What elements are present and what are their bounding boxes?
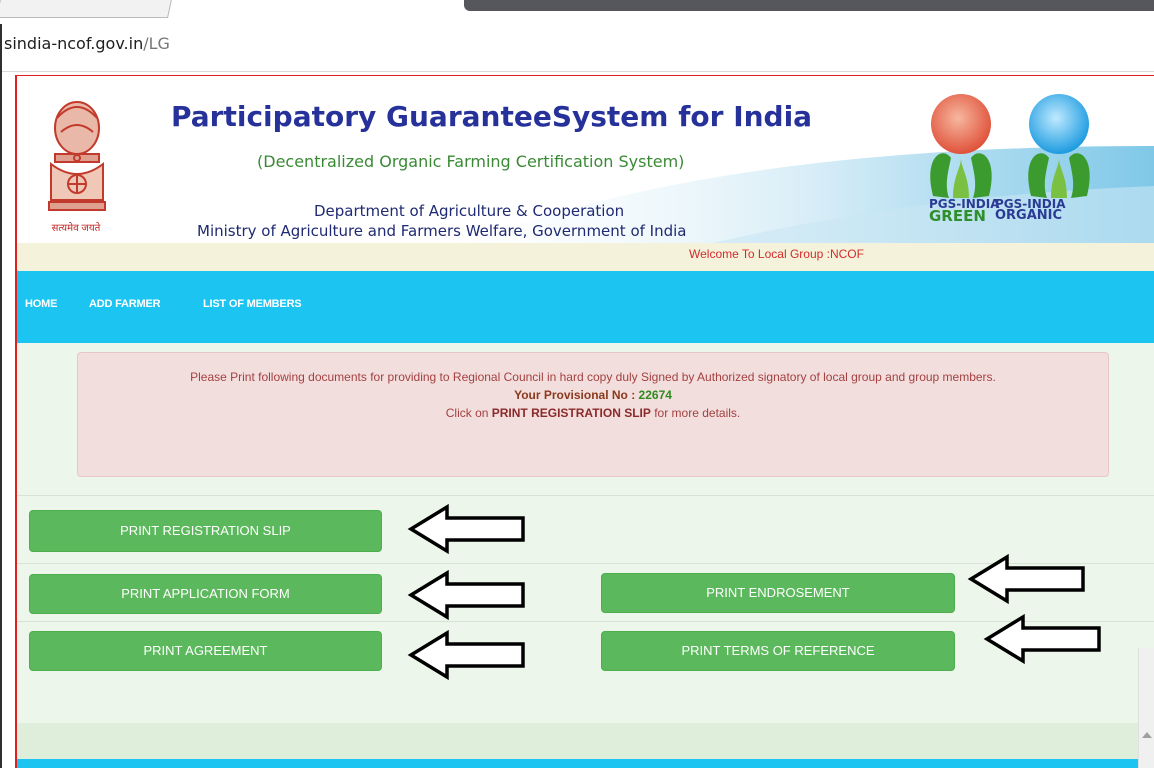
click-prefix: Click on	[445, 406, 492, 420]
nav-home[interactable]: HOME	[25, 298, 57, 310]
arrow-left-icon	[983, 614, 1101, 664]
url-path: /LG	[143, 34, 170, 53]
print-instructions-alert: Please Print following documents for pro…	[77, 352, 1109, 477]
window-edge	[0, 24, 2, 768]
print-registration-slip-button[interactable]: PRINT REGISTRATION SLIP	[29, 510, 382, 552]
footer-bar	[17, 723, 1139, 759]
url-host: sindia-ncof.gov.in	[4, 34, 144, 53]
arrow-left-icon	[407, 504, 525, 554]
site-header: सत्यमेव जयते Participatory GuaranteeSyst…	[17, 76, 1154, 271]
arrow-left-icon	[407, 630, 525, 680]
department-name: Department of Agriculture & Cooperation	[314, 202, 625, 220]
row-divider	[17, 495, 1154, 496]
browser-tab[interactable]	[0, 0, 173, 18]
alert-message: Please Print following documents for pro…	[190, 370, 996, 384]
logo-green-line2: GREEN	[929, 207, 986, 225]
pgs-organic-logo-icon	[1028, 94, 1090, 198]
url-text[interactable]: sindia-ncof.gov.in/LG	[4, 34, 170, 53]
provisional-label: Your Provisional No :	[514, 388, 639, 402]
scroll-up-icon[interactable]	[1142, 732, 1152, 738]
print-terms-of-reference-button[interactable]: PRINT TERMS OF REFERENCE	[601, 631, 955, 671]
print-endrosement-button[interactable]: PRINT ENDROSEMENT	[601, 573, 955, 613]
welcome-bar: Welcome To Local Group :NCOF	[17, 243, 1154, 271]
national-emblem-icon	[48, 101, 106, 211]
alert-click-hint: Click on PRINT REGISTRATION SLIP for mor…	[446, 406, 741, 420]
ministry-name: Ministry of Agriculture and Farmers Welf…	[197, 222, 687, 240]
provisional-value: 22674	[638, 388, 672, 402]
click-suffix: for more details.	[650, 406, 741, 420]
provisional-number: Your Provisional No : 22674	[78, 386, 1108, 404]
address-bar[interactable]	[0, 22, 1154, 72]
browser-title-strip	[464, 0, 1154, 11]
main-nav: HOME ADD FARMER LIST OF MEMBERS	[17, 271, 1154, 343]
click-strong: PRINT REGISTRATION SLIP	[491, 406, 651, 420]
welcome-message: Welcome To Local Group :NCOF	[689, 247, 864, 261]
vertical-scrollbar[interactable]	[1138, 648, 1154, 768]
page-subtitle: (Decentralized Organic Farming Certifica…	[257, 152, 685, 171]
page-frame: सत्यमेव जयते Participatory GuaranteeSyst…	[15, 75, 1154, 768]
arrow-left-icon	[407, 570, 525, 620]
browser-tab-strip	[0, 0, 1154, 22]
page-title: Participatory GuaranteeSystem for India	[171, 100, 813, 133]
print-agreement-button[interactable]: PRINT AGREEMENT	[29, 631, 382, 671]
logo-organic-line2: ORGANIC	[995, 208, 1063, 223]
arrow-left-icon	[967, 554, 1085, 604]
print-application-form-button[interactable]: PRINT APPLICATION FORM	[29, 574, 382, 614]
footer-strip	[17, 759, 1139, 768]
emblem-caption: सत्यमेव जयते	[51, 223, 101, 234]
pgs-green-logo-icon	[930, 94, 992, 198]
nav-add-farmer[interactable]: ADD FARMER	[89, 298, 161, 310]
nav-list-of-members[interactable]: LIST OF MEMBERS	[203, 298, 302, 310]
